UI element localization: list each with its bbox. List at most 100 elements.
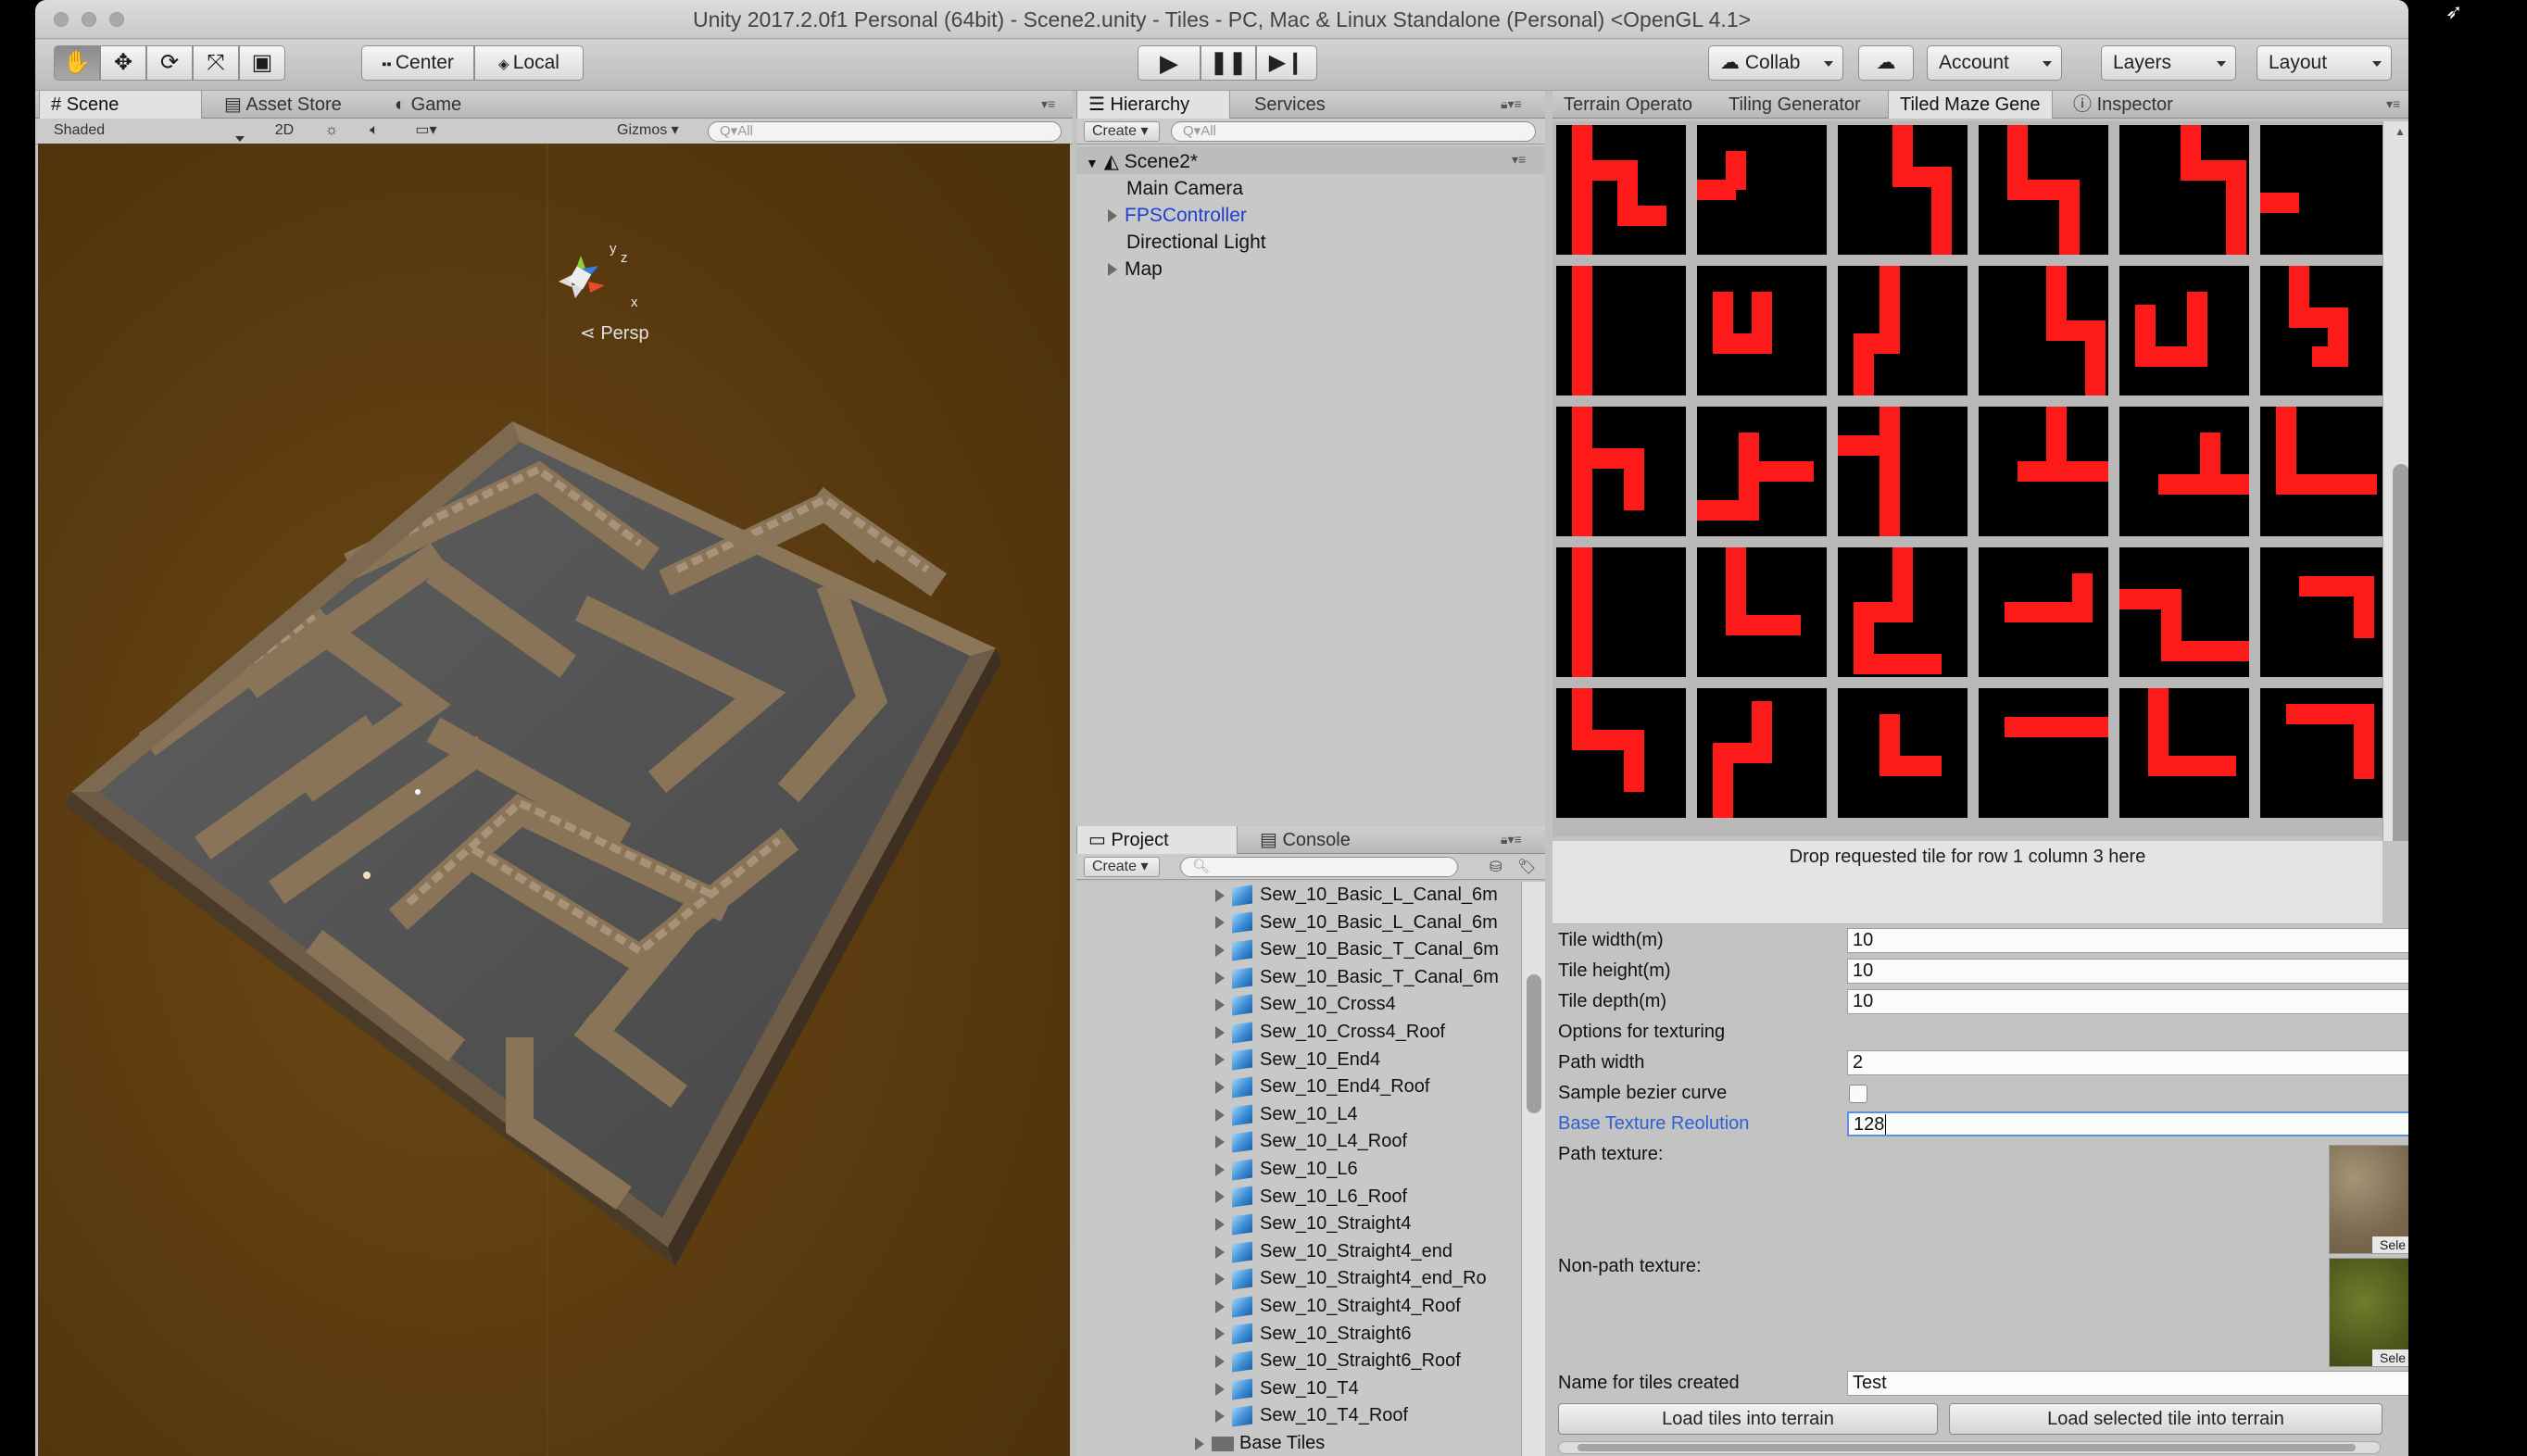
project-asset-item[interactable]: Sew_10_Cross4 [1215, 991, 1396, 1018]
project-asset-item[interactable]: Sew_10_Straight4 [1215, 1211, 1411, 1237]
project-asset-item[interactable]: Sew_10_Straight4_Roof [1215, 1293, 1461, 1320]
scroll-up-icon[interactable]: ▲ [2395, 125, 2406, 138]
expand-arrow-icon[interactable] [1215, 1410, 1225, 1424]
tab-hierarchy[interactable]: ☰ Hierarchy [1076, 91, 1230, 119]
maze-tile[interactable] [2260, 266, 2390, 395]
expand-arrow-icon[interactable] [1215, 1162, 1225, 1176]
expand-arrow-icon[interactable] [1215, 1299, 1225, 1313]
close-window-button[interactable] [54, 12, 69, 27]
maze-tile[interactable] [2119, 688, 2249, 818]
effects-dropdown[interactable]: ▭▾ [398, 121, 454, 142]
tools-horizontal-scrollbar[interactable] [1558, 1441, 2381, 1454]
base-texture-resolution-field[interactable]: 128 [1847, 1111, 2408, 1136]
shading-mode-dropdown[interactable]: Shaded [41, 121, 254, 142]
expand-arrow-icon[interactable] [1215, 1382, 1225, 1396]
gizmos-dropdown[interactable]: Gizmos ▾ [610, 121, 693, 142]
maze-tile[interactable] [1838, 407, 1968, 536]
tab-project[interactable]: ▭ Project [1076, 826, 1238, 854]
project-asset-item[interactable]: Sew_10_End4 [1215, 1047, 1380, 1073]
project-asset-item[interactable]: Sew_10_Straight6 [1215, 1321, 1411, 1348]
audio-toggle[interactable]: 🔈︎ [356, 121, 393, 142]
expand-arrow-icon[interactable] [1108, 263, 1117, 277]
nonpath-texture-select-button[interactable]: Sele [2372, 1349, 2408, 1366]
tab-inspector[interactable]: ⓘ Inspector [2062, 91, 2184, 119]
pivot-local-button[interactable]: ◈ Local [474, 45, 584, 81]
cloud-button[interactable]: ☁ [1858, 45, 1914, 81]
tools-panel-menu-icon[interactable]: ▾≡ [2386, 96, 2400, 112]
tab-services[interactable]: Services [1243, 91, 1337, 119]
project-asset-item[interactable]: Sew_10_Straight4_end_Ro [1215, 1265, 1487, 1292]
lock-icon[interactable]: 🔒︎▾≡ [1501, 96, 1522, 112]
maze-tile[interactable] [1697, 547, 1827, 677]
project-asset-item[interactable]: Sew_10_L6_Roof [1215, 1184, 1407, 1211]
expand-arrow-icon[interactable] [1215, 1025, 1225, 1039]
step-button[interactable]: ▶❙ [1256, 45, 1317, 81]
layers-dropdown[interactable]: Layers [2101, 45, 2236, 81]
path-texture-slot[interactable]: Sele [2329, 1145, 2408, 1254]
project-asset-item[interactable]: Sew_10_Straight4_end [1215, 1238, 1452, 1265]
expand-arrow-icon[interactable] [1215, 1273, 1225, 1287]
account-dropdown[interactable]: Account [1927, 45, 2062, 81]
hierarchy-item-fpscontroller[interactable]: FPSController [1108, 205, 1247, 227]
expand-arrow-icon[interactable] [1215, 943, 1225, 957]
project-scrollbar[interactable] [1521, 882, 1545, 1456]
scene-search-input[interactable]: Q▾All [708, 121, 1062, 142]
project-asset-item[interactable]: Sew_10_Straight6_Roof [1215, 1348, 1461, 1374]
rect-tool-button[interactable]: ▣ [239, 45, 285, 81]
move-tool-button[interactable]: ✥ [100, 45, 146, 81]
tab-asset-store[interactable]: ▤ Asset Store [213, 91, 353, 119]
tab-tiling-generator[interactable]: Tiling Generator [1717, 91, 1872, 119]
tools-hscroll-thumb[interactable] [1578, 1444, 2356, 1451]
pivot-center-button[interactable]: ▪▪ Center [361, 45, 474, 81]
maze-tile[interactable] [1979, 688, 2108, 818]
expand-arrow-icon[interactable] [1215, 971, 1225, 985]
tab-tiled-maze-generator[interactable]: Tiled Maze Gene [1888, 91, 2053, 119]
expand-arrow-icon[interactable] [1215, 1245, 1225, 1259]
expand-arrow-icon[interactable] [1215, 1053, 1225, 1067]
project-asset-item[interactable]: Sew_10_End4_Roof [1215, 1073, 1429, 1100]
project-scroll-thumb[interactable] [1527, 974, 1541, 1113]
filter-type-icon[interactable]: ⛁ [1490, 858, 1502, 876]
zoom-window-button[interactable] [109, 12, 124, 27]
scene-menu-icon[interactable]: ▾≡ [1512, 152, 1526, 168]
expand-arrow-icon[interactable] [1215, 1217, 1225, 1231]
project-asset-item[interactable]: Sew_10_L6 [1215, 1156, 1358, 1183]
lighting-toggle[interactable]: ☼ [313, 121, 350, 142]
project-create-dropdown[interactable]: Create ▾ [1084, 857, 1160, 877]
tab-terrain-operator[interactable]: Terrain Operato [1553, 91, 1704, 119]
project-asset-item[interactable]: Sew_10_Cross4_Roof [1215, 1019, 1445, 1046]
project-search-input[interactable]: 🔍︎ [1180, 857, 1458, 877]
expand-arrow-icon[interactable] [1215, 1080, 1225, 1094]
filter-label-icon[interactable]: 🏷︎ [1517, 858, 1536, 876]
project-asset-item[interactable]: Sew_10_Basic_L_Canal_6m [1215, 882, 1498, 909]
scene-view[interactable]: y z x ⋖ Persp [38, 144, 1070, 1456]
tab-scene[interactable]: # Scene [39, 91, 202, 119]
project-asset-item[interactable]: Sew_10_L4_Roof [1215, 1128, 1407, 1155]
scene-root-item[interactable]: ▼ ◭ Scene2* [1086, 150, 1198, 173]
expand-arrow-icon[interactable] [1108, 209, 1117, 223]
project-asset-item[interactable]: Sew_10_T4 [1215, 1375, 1359, 1402]
project-asset-item[interactable]: Sew_10_L4 [1215, 1101, 1358, 1128]
maze-tile[interactable] [2119, 407, 2249, 536]
panel-menu-icon[interactable]: ▾≡ [1041, 96, 1055, 112]
hierarchy-search-input[interactable]: Q▾All [1171, 121, 1536, 142]
rotate-tool-button[interactable]: ⟳ [146, 45, 193, 81]
project-folder-item[interactable]: Base Tiles [1195, 1430, 1325, 1456]
persp-label[interactable]: ⋖ Persp [580, 321, 649, 345]
expand-arrow-icon[interactable] [1215, 1108, 1225, 1122]
tile-drop-zone[interactable]: Drop requested tile for row 1 column 3 h… [1553, 841, 2382, 924]
expand-arrow-icon[interactable] [1215, 998, 1225, 1012]
project-asset-item[interactable]: Sew_10_Basic_T_Canal_6m [1215, 936, 1499, 963]
bezier-checkbox[interactable] [1849, 1085, 1867, 1103]
pause-button[interactable]: ❚❚ [1201, 45, 1256, 81]
load-tiles-button[interactable]: Load tiles into terrain [1558, 1403, 1938, 1435]
minimize-window-button[interactable] [82, 12, 96, 27]
hierarchy-item-directional-light[interactable]: Directional Light [1126, 232, 1266, 254]
project-asset-item[interactable]: Sew_10_Basic_T_Canal_6m [1215, 964, 1499, 991]
expand-arrow-icon[interactable] [1215, 916, 1225, 930]
tile-name-field[interactable]: Test [1847, 1371, 2408, 1396]
hierarchy-item-map[interactable]: Map [1108, 258, 1163, 281]
2d-toggle[interactable]: 2D [261, 121, 308, 142]
nonpath-texture-slot[interactable]: Sele [2329, 1258, 2408, 1367]
tile-width-field[interactable]: 10 [1847, 928, 2408, 953]
